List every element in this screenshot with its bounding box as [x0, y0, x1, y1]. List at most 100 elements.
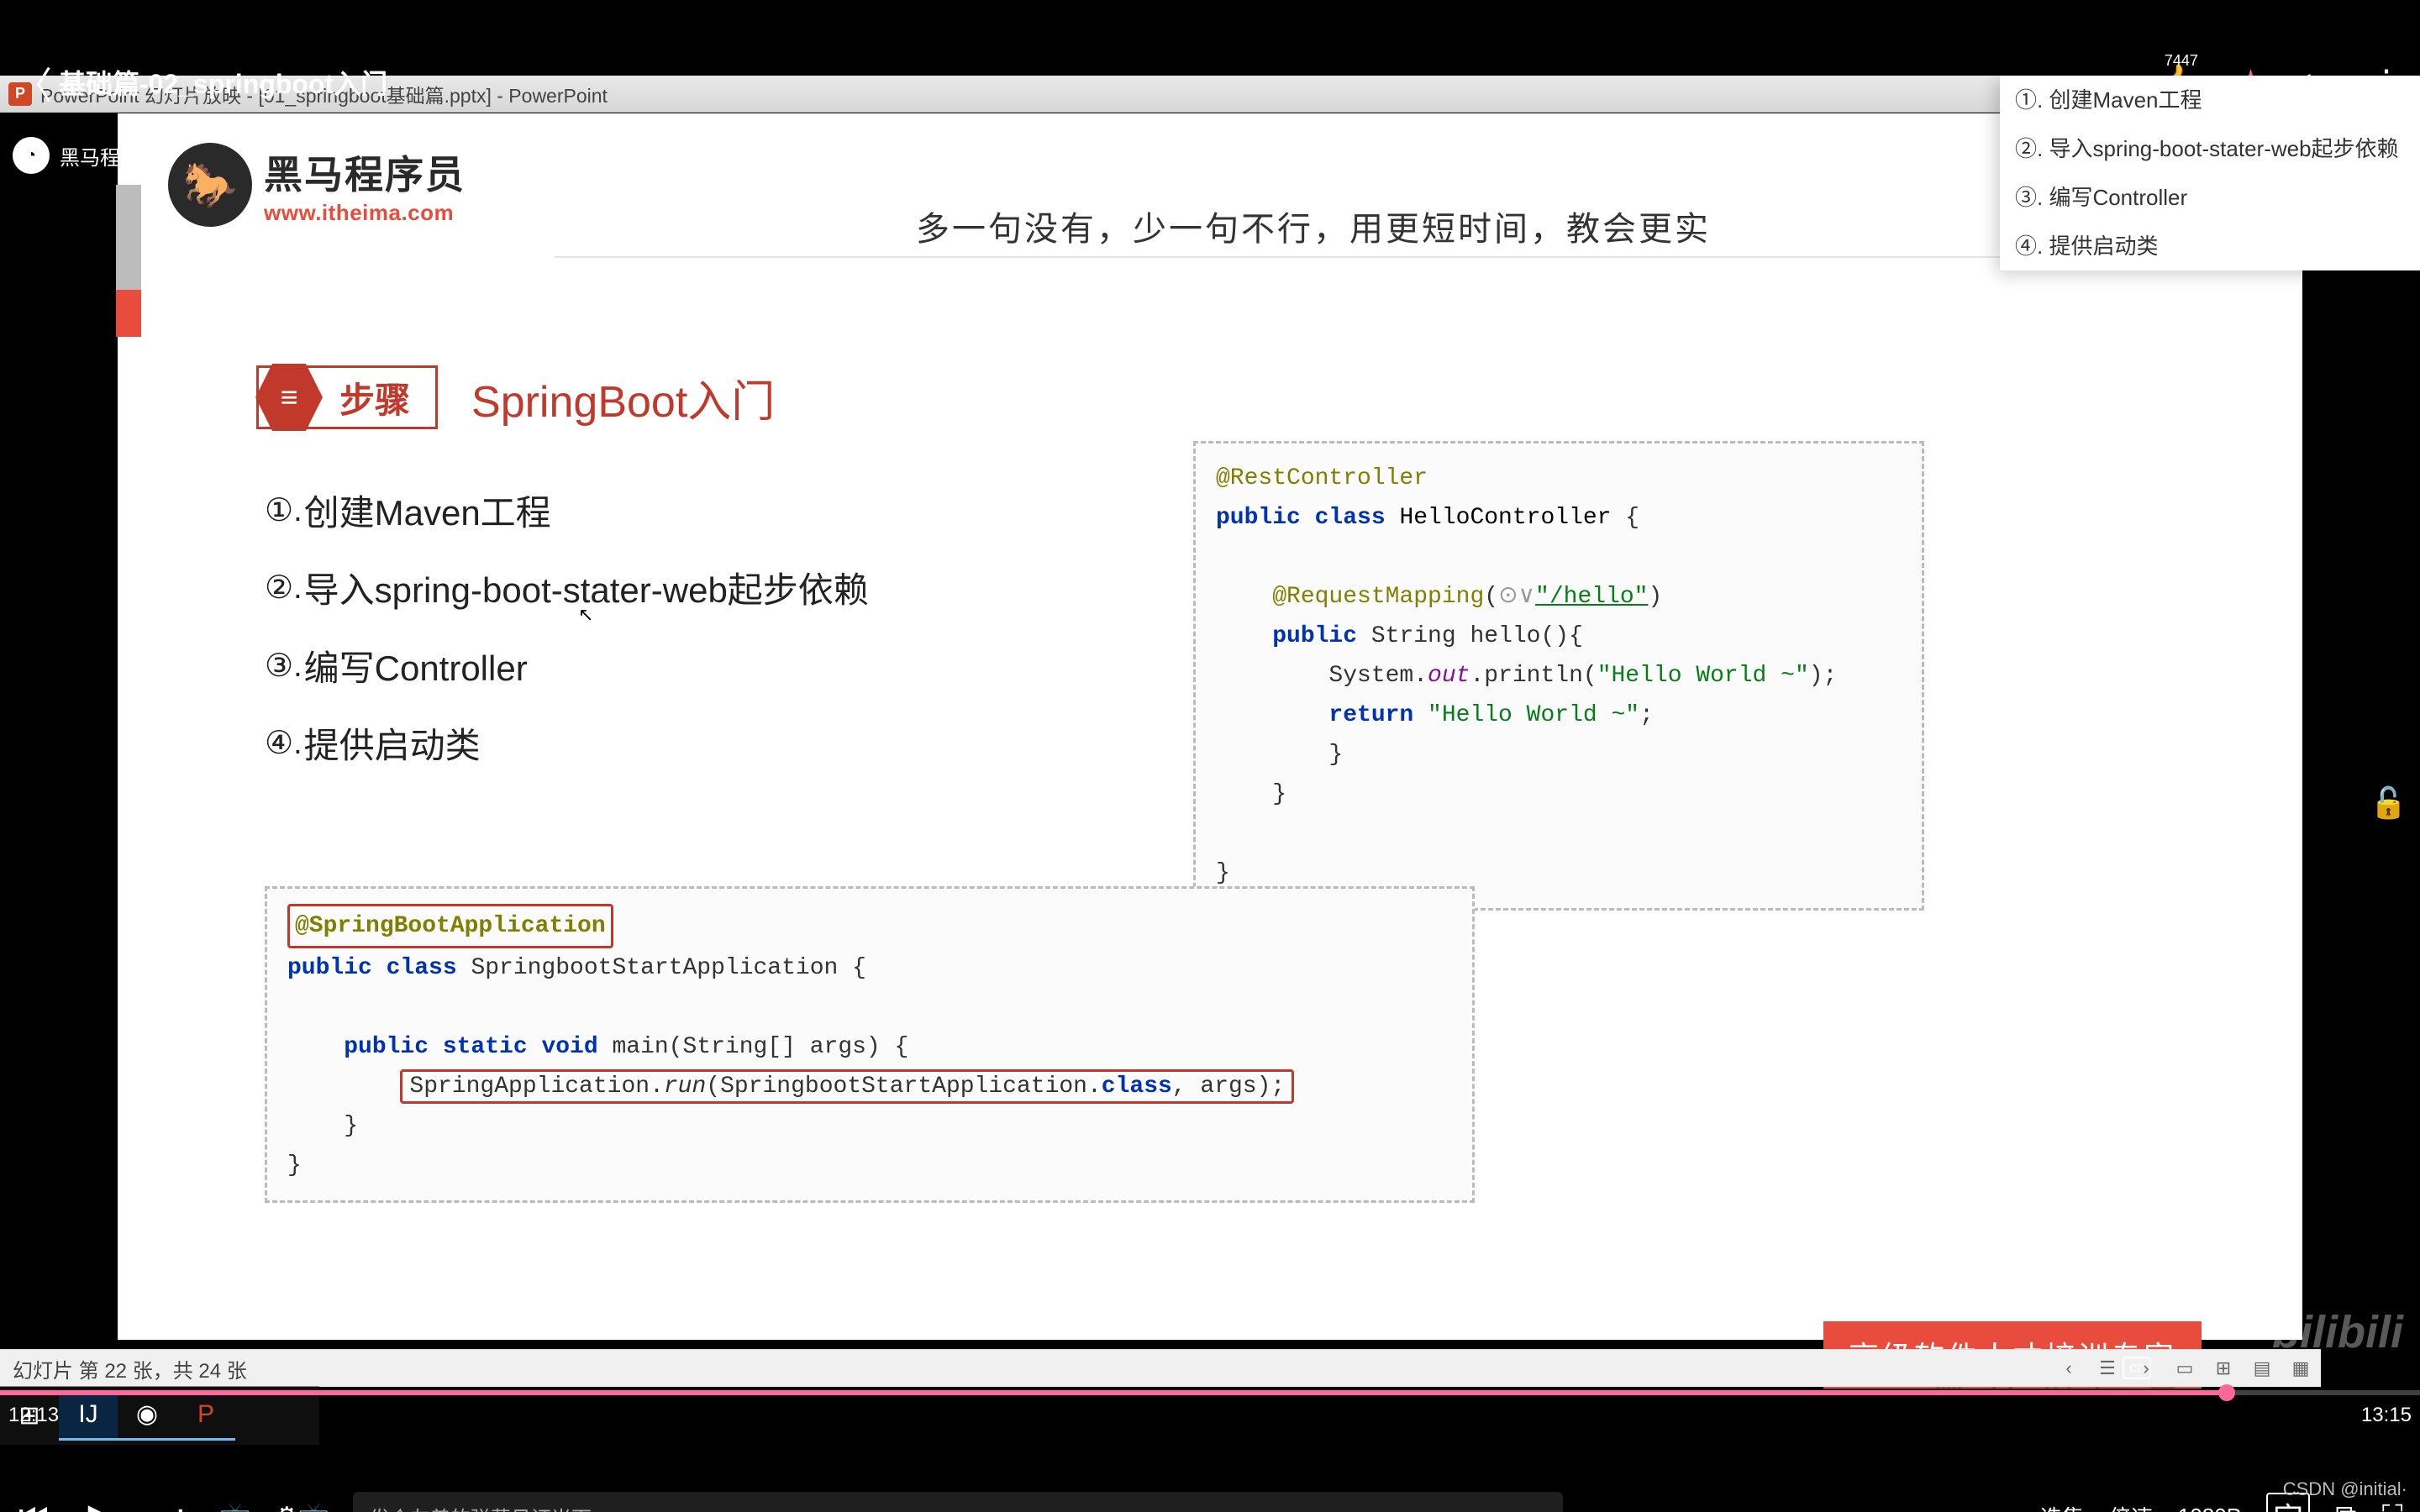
speed-button[interactable]: 倍速 — [2109, 1501, 2153, 1512]
video-title: 基础篇-02_springboot入门 — [59, 63, 387, 102]
cc-chip[interactable]: cc — [2123, 1357, 2151, 1379]
steps-overlay-panel: ①. 创建Maven工程 ②. 导入spring-boot-stater-web… — [2000, 76, 2420, 270]
slide-counter: 幻灯片 第 22 张，共 24 张 — [13, 1354, 247, 1383]
code-annotation: @RequestMapping — [1272, 584, 1484, 610]
code-text: } — [287, 1152, 302, 1179]
csdn-watermark: CSDN @initial· — [2283, 1478, 2407, 1500]
step-text: 提供启动类 — [304, 707, 481, 785]
code-field: out — [1428, 663, 1470, 689]
code-text: SpringbootStartApplication { — [471, 955, 865, 981]
code-text: .println( — [1470, 663, 1597, 689]
lock-icon[interactable]: 🔓 — [2370, 785, 2407, 821]
slide-decor-gray — [116, 185, 141, 290]
danmaku-settings[interactable]: ⚙📺 — [269, 1502, 336, 1512]
danmaku-placeholder: 发个友善的弹幕见证当下 — [370, 1502, 592, 1512]
code-text: ) — [1648, 584, 1662, 610]
player-footer: ⏮ ▶ ⏭ 📺 ⚙📺 发个友善的弹幕见证当下 选集 倍速 1080P 字 ⧉ ⛶ — [0, 1474, 2420, 1512]
overlay-step-1: ①. 创建Maven工程 — [2000, 76, 2420, 124]
code-cls: HelloController — [1399, 505, 1611, 531]
logo-text-cn: 黑马程序员 — [264, 144, 466, 200]
logo-text-en: www.itheima.com — [264, 200, 466, 226]
step-text: 创建Maven工程 — [304, 475, 551, 552]
code-text: } — [1216, 860, 1230, 886]
code-text: ; — [1639, 702, 1654, 728]
danmaku-input[interactable]: 发个友善的弹幕见证当下 — [353, 1492, 1563, 1512]
step-badge: ≡ 步骤 — [256, 365, 438, 429]
code-highlight-annotation: @SpringBootApplication — [287, 904, 613, 948]
taskbar-powerpoint-icon[interactable]: P — [176, 1390, 235, 1441]
code-text: (SpringbootStartApplication. — [706, 1074, 1101, 1100]
code-text: , args); — [1172, 1074, 1285, 1100]
code-string: "Hello World ~" — [1597, 663, 1809, 689]
code-text — [1216, 702, 1328, 728]
next-button[interactable]: ⏭ — [134, 1498, 202, 1512]
step-row: ①. 创建Maven工程 — [265, 475, 869, 552]
code-annotation: @RestController — [1216, 465, 1428, 491]
step-badge-label: 步骤 — [339, 372, 410, 423]
episodes-button[interactable]: 选集 — [2040, 1501, 2084, 1512]
step-row: ③. 编写Controller — [265, 630, 869, 707]
code-kw: public class — [287, 955, 471, 981]
overlay-step-3: ③. 编写Controller — [2000, 173, 2420, 222]
code-fn: run — [664, 1074, 706, 1100]
quality-button[interactable]: 1080P — [2178, 1504, 2241, 1512]
code-kw: class — [1102, 1074, 1172, 1100]
danmaku-toggle[interactable]: 📺 — [202, 1502, 269, 1512]
slide: 🐎 黑马程序员 www.itheima.com 多一句没有，少一句不行，用更短时… — [118, 113, 2302, 1340]
uploader-badge[interactable]: ◔ 黑马程序员 — [13, 137, 160, 174]
step-row: ④. 提供启动类 — [265, 707, 869, 785]
code-kw: public static void — [287, 1034, 612, 1060]
code-text — [287, 1074, 400, 1100]
progress-handle[interactable] — [2218, 1384, 2235, 1401]
code-text: System. — [1216, 663, 1428, 689]
code-string: "/hello" — [1535, 584, 1648, 610]
code-kw: public class — [1216, 505, 1399, 531]
ppt-statusbar: 幻灯片 第 22 张，共 24 张 ‹ ☰ › ▭ ⊞ ▤ ▦ — [0, 1349, 2321, 1387]
code-text: ); — [1809, 663, 1838, 689]
code-kw: return — [1328, 702, 1428, 728]
code-text: } — [1216, 781, 1286, 807]
uploader-name: 黑马程序员 — [60, 141, 160, 171]
uploader-avatar: ◔ — [13, 137, 50, 174]
code-box-controller: @RestController public class HelloContro… — [1193, 441, 1924, 911]
progress-bar[interactable] — [0, 1390, 2420, 1395]
code-text: main(String[] args) { — [612, 1034, 908, 1060]
itheima-logo: 🐎 黑马程序员 www.itheima.com — [168, 143, 466, 227]
slogan: 多一句没有，少一句不行，用更短时间，教会更实 — [916, 202, 1711, 250]
step-row: ②. 导入spring-boot-stater-web起步依赖 — [265, 552, 869, 629]
code-string: "Hello World ~" — [1428, 702, 1639, 728]
step-text: 编写Controller — [304, 630, 528, 707]
prev-button[interactable]: ⏮ — [0, 1498, 67, 1512]
view-reading-icon[interactable]: ▤ — [2244, 1352, 2281, 1385]
nav-prev-icon[interactable]: ‹ — [2050, 1352, 2087, 1385]
code-text: } — [287, 1113, 358, 1139]
list-icon: ≡ — [280, 380, 297, 415]
nav-menu-icon[interactable]: ☰ — [2089, 1352, 2126, 1385]
like-count: 7447 — [2165, 52, 2198, 70]
slide-decor-red — [116, 290, 141, 337]
view-slideshow-icon[interactable]: ▦ — [2282, 1352, 2319, 1385]
section-title: SpringBoot入门 — [471, 366, 775, 429]
logo-horse-icon: 🐎 — [168, 143, 252, 227]
step-num: ④. — [265, 709, 302, 786]
code-text: } — [1216, 742, 1343, 768]
step-num: ①. — [265, 476, 302, 554]
step-num: ③. — [265, 632, 302, 709]
view-sorter-icon[interactable]: ⊞ — [2205, 1352, 2242, 1385]
play-button[interactable]: ▶ — [67, 1497, 134, 1512]
time-duration: 13:15 — [2361, 1404, 2412, 1427]
overlay-step-4: ④. 提供启动类 — [2000, 222, 2420, 270]
gutter-icon: ⊙∨ — [1498, 584, 1535, 610]
step-num: ②. — [265, 554, 302, 631]
back-button[interactable]: 〈 — [8, 57, 59, 108]
taskbar-intellij-icon[interactable]: IJ — [59, 1390, 118, 1441]
view-normal-icon[interactable]: ▭ — [2166, 1352, 2203, 1385]
code-text: SpringApplication. — [409, 1074, 663, 1100]
time-current: 12:13 — [8, 1404, 59, 1427]
overlay-step-2: ②. 导入spring-boot-stater-web起步依赖 — [2000, 124, 2420, 173]
code-box-application: @SpringBootApplication public class Spri… — [265, 886, 1475, 1203]
steps-list: ①. 创建Maven工程 ②. 导入spring-boot-stater-web… — [265, 475, 869, 785]
taskbar-chrome-icon[interactable]: ◉ — [118, 1390, 176, 1441]
mouse-cursor-icon: ↖ — [578, 604, 593, 626]
code-text: { — [1611, 505, 1639, 531]
